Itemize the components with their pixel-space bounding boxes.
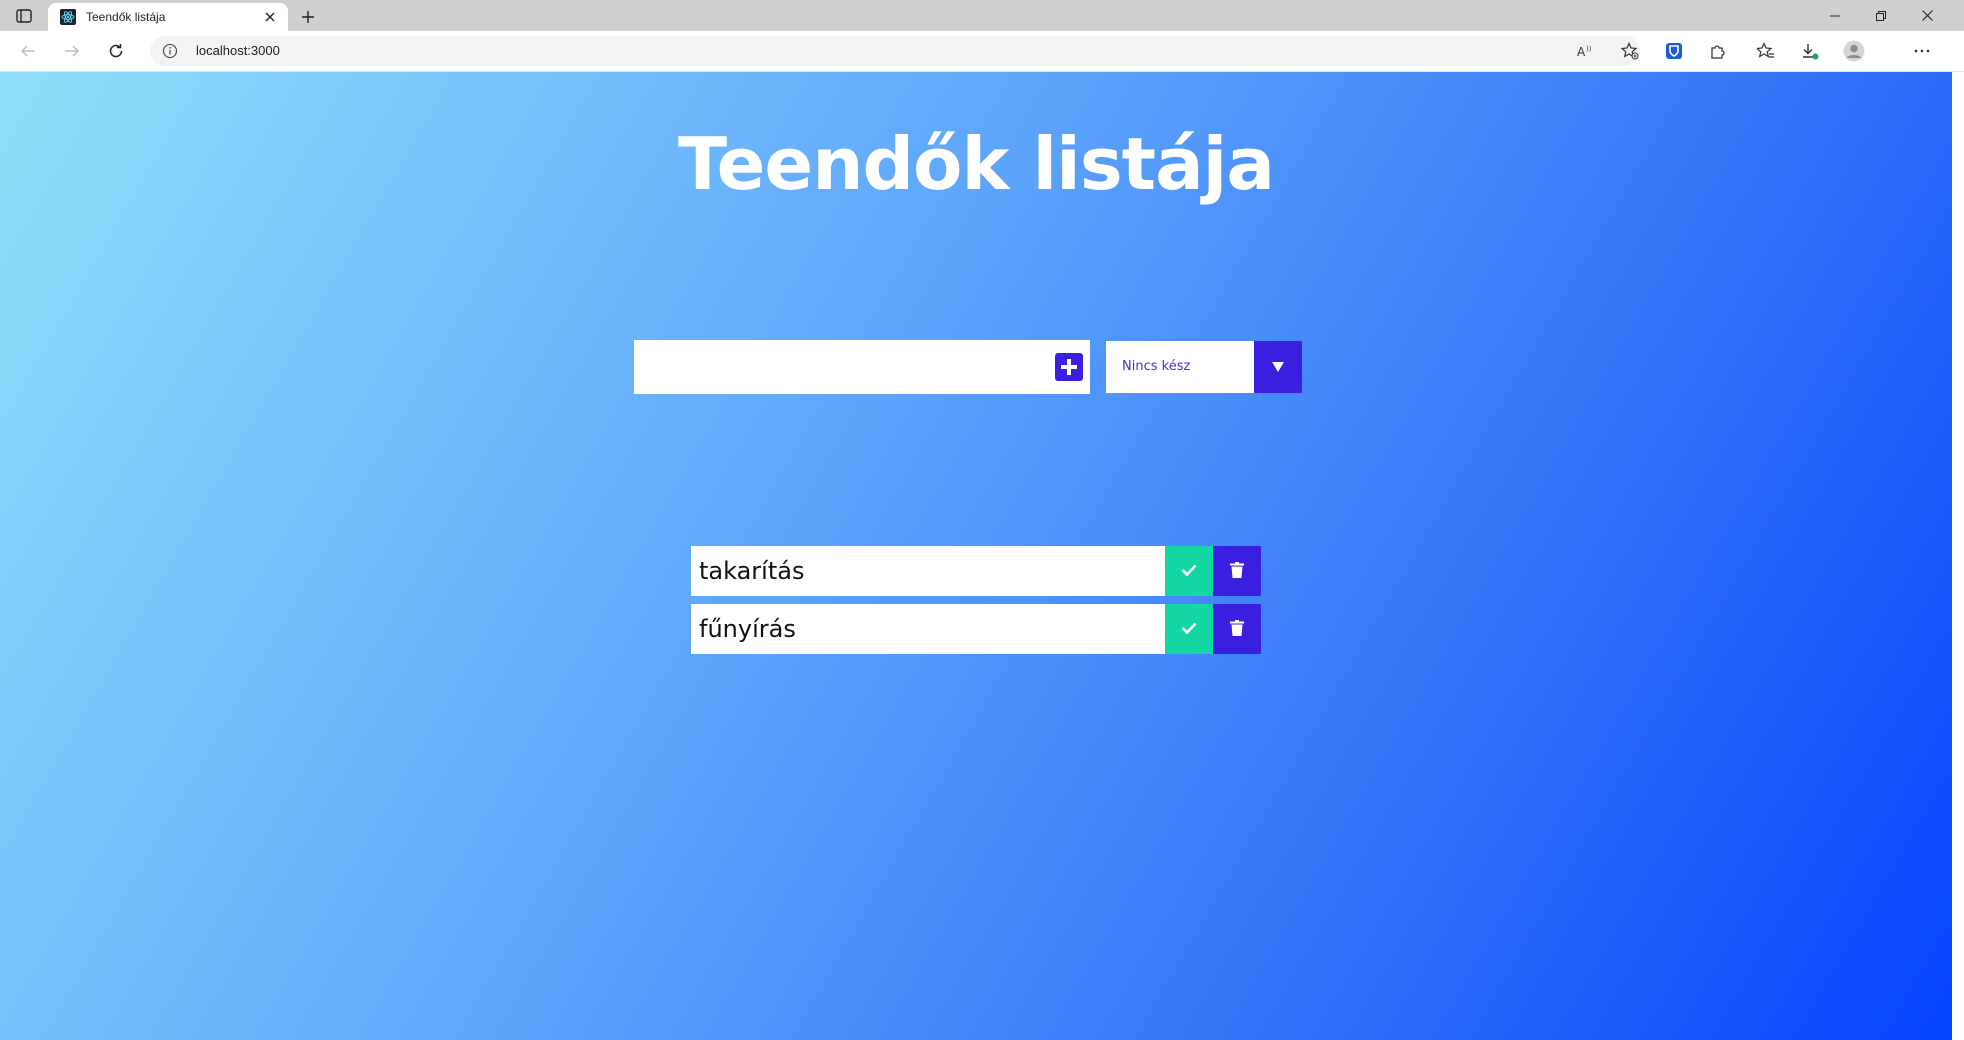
address-text: localhost:3000 [196,43,280,58]
bitwarden-extension-icon[interactable] [1660,37,1688,65]
new-tab-icon[interactable] [296,5,320,29]
site-info-icon[interactable] [162,43,178,59]
svg-text:)): )) [1586,45,1592,53]
page-viewport: Teendők listája Nincs kész takarítás fűn… [0,72,1952,1040]
browser-toolbar: localhost:3000 A)) [0,31,1964,72]
favorites-icon[interactable] [1752,37,1780,65]
extensions-icon[interactable] [1704,37,1732,65]
close-window-icon[interactable] [1904,0,1950,31]
minimize-icon[interactable] [1812,0,1858,31]
back-icon[interactable] [14,37,42,65]
tab-title: Teendők listája [86,10,166,24]
downloads-icon[interactable] [1796,37,1824,65]
page-title: Teendők listája [678,122,1275,206]
browser-tab[interactable]: Teendők listája [48,3,288,31]
todo-item: takarítás [691,546,1261,596]
todo-list: takarítás fűnyírás [691,546,1261,662]
complete-button[interactable] [1165,604,1213,654]
filter-select[interactable]: Nincs kész [1106,341,1302,393]
tab-actions-icon[interactable] [12,7,36,25]
check-icon [1181,564,1197,579]
svg-text:A: A [1577,45,1586,58]
refresh-icon[interactable] [102,37,130,65]
todo-input-container [634,340,1090,394]
react-favicon-icon [60,9,76,25]
address-bar[interactable]: localhost:3000 [150,36,1640,66]
caret-down-icon[interactable] [1254,341,1302,393]
forward-icon[interactable] [58,37,86,65]
add-todo-button[interactable] [1054,352,1084,382]
read-aloud-icon[interactable]: A)) [1572,37,1600,65]
delete-button[interactable] [1213,604,1261,654]
trash-icon [1230,561,1244,581]
page-right-gutter [1952,72,1964,1040]
trash-icon [1230,619,1244,639]
delete-button[interactable] [1213,546,1261,596]
check-icon [1181,622,1197,637]
todo-item: fűnyírás [691,604,1261,654]
browser-tabstrip: Teendők listája [0,0,1964,31]
restore-icon[interactable] [1858,0,1904,31]
todo-input[interactable] [634,340,1058,394]
todo-text: fűnyírás [699,615,796,643]
filter-selected-value: Nincs kész [1122,359,1191,374]
more-options-icon[interactable] [1908,37,1936,65]
add-favorite-icon[interactable] [1616,37,1644,65]
profile-avatar-icon[interactable] [1840,37,1868,65]
close-tab-icon[interactable] [260,7,280,27]
complete-button[interactable] [1165,546,1213,596]
plus-square-icon [1054,353,1084,385]
todo-text: takarítás [699,557,805,585]
